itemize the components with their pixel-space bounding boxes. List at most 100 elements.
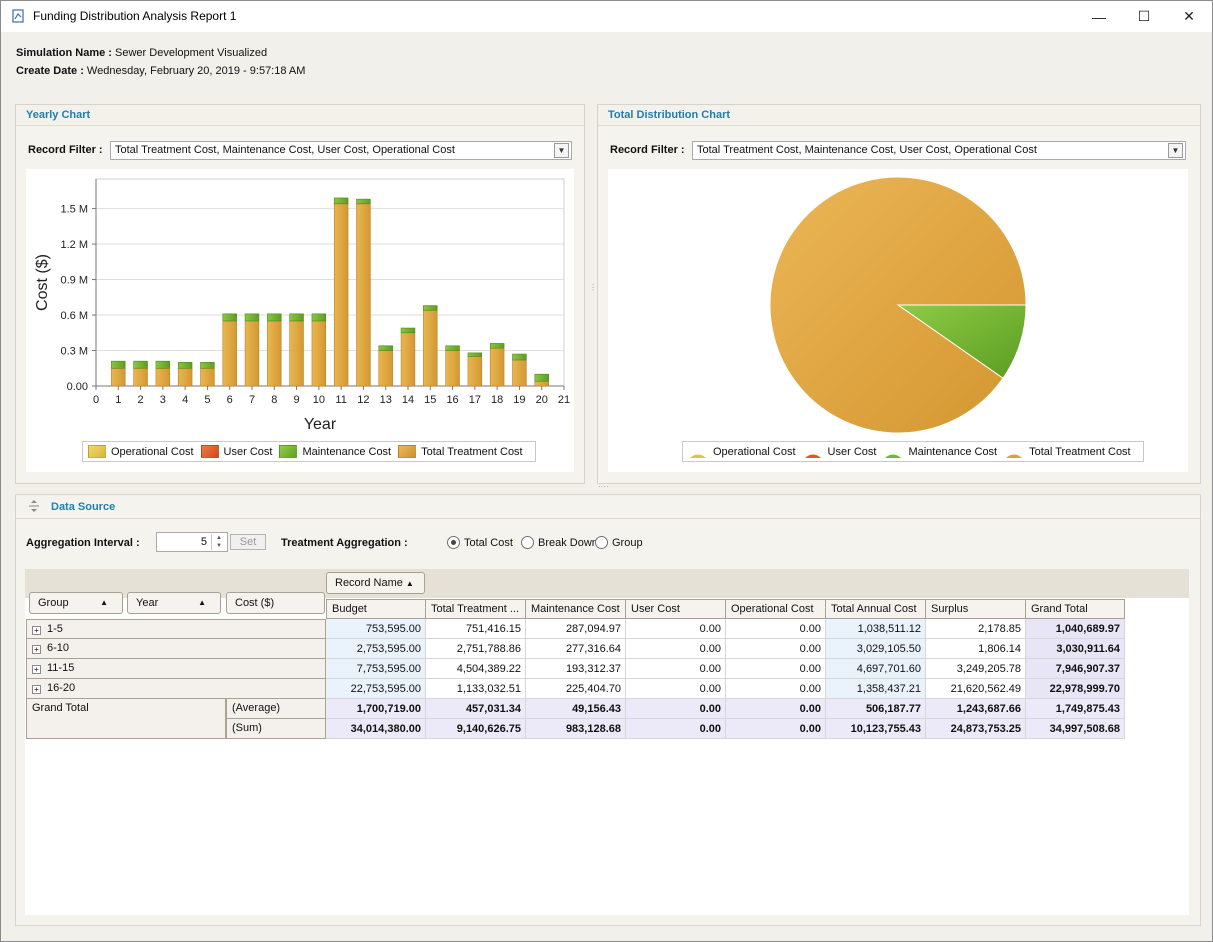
bar-treatment-cost[interactable] <box>333 203 349 387</box>
expand-icon[interactable]: + <box>32 645 41 654</box>
maximize-button[interactable]: ☐ <box>1121 1 1167 32</box>
collapse-icon[interactable] <box>28 499 40 513</box>
bar-treatment-cost[interactable] <box>423 309 438 387</box>
expand-icon[interactable]: + <box>32 685 41 694</box>
bar-treatment-cost[interactable] <box>200 367 215 387</box>
total-cell[interactable]: 1,749,875.43 <box>1026 699 1125 719</box>
bar-treatment-cost[interactable] <box>222 320 237 387</box>
radio-total-cost[interactable]: Total Cost <box>447 536 513 549</box>
table-cell[interactable]: 1,040,689.97 <box>1026 619 1125 639</box>
table-cell[interactable]: 3,249,205.78 <box>926 659 1026 679</box>
total-cell[interactable]: 34,997,508.68 <box>1026 719 1125 739</box>
bar-maintenance-cost[interactable] <box>289 313 304 322</box>
bar-treatment-cost[interactable] <box>177 367 193 387</box>
bar-treatment-cost[interactable] <box>111 367 126 387</box>
bar-maintenance-cost[interactable] <box>534 373 549 382</box>
table-cell[interactable]: 7,946,907.37 <box>1026 659 1125 679</box>
bar-treatment-cost[interactable] <box>155 367 171 387</box>
total-cell[interactable]: 49,156.43 <box>526 699 626 719</box>
chevron-down-icon[interactable]: ▼ <box>1168 143 1183 158</box>
table-cell[interactable]: 3,029,105.50 <box>826 639 926 659</box>
bar-maintenance-cost[interactable] <box>423 305 438 311</box>
bar-treatment-cost[interactable] <box>489 347 505 387</box>
table-cell[interactable]: 0.00 <box>726 639 826 659</box>
bar-maintenance-cost[interactable] <box>378 345 393 351</box>
bar-treatment-cost[interactable] <box>378 350 393 387</box>
total-cell[interactable]: 0.00 <box>626 719 726 739</box>
table-cell[interactable]: 1,133,032.51 <box>426 679 526 699</box>
row-header-group[interactable]: +11-15 <box>26 659 326 679</box>
radio-break-down[interactable]: Break Down <box>521 536 598 549</box>
total-cell[interactable]: 1,700,719.00 <box>326 699 426 719</box>
set-button[interactable]: Set <box>230 534 266 550</box>
table-cell[interactable]: 22,978,999.70 <box>1026 679 1125 699</box>
bar-treatment-cost[interactable] <box>534 380 549 387</box>
minimize-button[interactable]: — <box>1076 1 1122 32</box>
bar-maintenance-cost[interactable] <box>200 362 215 369</box>
radio-icon[interactable] <box>521 536 534 549</box>
total-cell[interactable]: 34,014,380.00 <box>326 719 426 739</box>
bar-maintenance-cost[interactable] <box>111 360 126 369</box>
table-cell[interactable]: 0.00 <box>726 679 826 699</box>
bar-treatment-cost[interactable] <box>445 350 460 387</box>
total-cell[interactable]: 1,243,687.66 <box>926 699 1026 719</box>
table-cell[interactable]: 1,806.14 <box>926 639 1026 659</box>
column-header-budget[interactable]: Budget <box>326 599 426 619</box>
bar-maintenance-cost[interactable] <box>400 327 416 334</box>
close-button[interactable]: ✕ <box>1166 1 1212 32</box>
table-cell[interactable]: 287,094.97 <box>526 619 626 639</box>
total-cell[interactable]: 0.00 <box>626 699 726 719</box>
expand-icon[interactable]: + <box>32 665 41 674</box>
bar-maintenance-cost[interactable] <box>356 198 371 205</box>
aggregation-interval-input[interactable]: 5 ▲ ▼ <box>156 532 228 552</box>
column-header-maintenance[interactable]: Maintenance Cost <box>526 599 626 619</box>
horizontal-splitter-grip[interactable]: ···· <box>598 483 614 491</box>
column-header-total-annual[interactable]: Total Annual Cost <box>826 599 926 619</box>
record-name-field-button[interactable]: Record Name ▲ <box>326 572 425 594</box>
cost-field-button[interactable]: Cost ($) <box>226 592 325 614</box>
table-cell[interactable]: 4,697,701.60 <box>826 659 926 679</box>
bar-treatment-cost[interactable] <box>356 203 371 387</box>
bar-treatment-cost[interactable] <box>289 320 304 387</box>
table-cell[interactable]: 0.00 <box>726 619 826 639</box>
bar-treatment-cost[interactable] <box>512 359 527 387</box>
table-cell[interactable]: 0.00 <box>726 659 826 679</box>
bar-maintenance-cost[interactable] <box>222 313 237 322</box>
row-header-group[interactable]: +6-10 <box>26 639 326 659</box>
column-header-surplus[interactable]: Surplus <box>926 599 1026 619</box>
table-cell[interactable]: 753,595.00 <box>326 619 426 639</box>
table-cell[interactable]: 2,753,595.00 <box>326 639 426 659</box>
row-header-group[interactable]: +1-5 <box>26 619 326 639</box>
bar-maintenance-cost[interactable] <box>267 313 282 322</box>
radio-group[interactable]: Group <box>595 536 643 549</box>
bar-maintenance-cost[interactable] <box>445 345 460 351</box>
total-cell[interactable]: 983,128.68 <box>526 719 626 739</box>
vertical-splitter-grip[interactable]: ⋮ <box>589 284 597 300</box>
table-cell[interactable]: 21,620,562.49 <box>926 679 1026 699</box>
total-record-filter[interactable]: Total Treatment Cost, Maintenance Cost, … <box>692 141 1186 160</box>
table-cell[interactable]: 193,312.37 <box>526 659 626 679</box>
bar-maintenance-cost[interactable] <box>512 353 527 361</box>
table-cell[interactable]: 751,416.15 <box>426 619 526 639</box>
expand-icon[interactable]: + <box>32 626 41 635</box>
row-header-group[interactable]: +16-20 <box>26 679 326 699</box>
radio-selected-icon[interactable] <box>447 536 460 549</box>
bar-treatment-cost[interactable] <box>267 320 282 387</box>
column-header-operational[interactable]: Operational Cost <box>726 599 826 619</box>
chevron-down-icon[interactable]: ▼ <box>554 143 569 158</box>
radio-icon[interactable] <box>595 536 608 549</box>
table-cell[interactable]: 22,753,595.00 <box>326 679 426 699</box>
bar-maintenance-cost[interactable] <box>467 352 483 357</box>
bar-treatment-cost[interactable] <box>244 320 260 387</box>
bar-treatment-cost[interactable] <box>133 367 148 387</box>
bar-maintenance-cost[interactable] <box>311 313 327 322</box>
table-cell[interactable]: 0.00 <box>626 639 726 659</box>
table-cell[interactable]: 4,504,389.22 <box>426 659 526 679</box>
bar-maintenance-cost[interactable] <box>133 360 148 369</box>
total-cell[interactable]: 10,123,755.43 <box>826 719 926 739</box>
bar-maintenance-cost[interactable] <box>177 362 193 369</box>
table-cell[interactable]: 0.00 <box>626 659 726 679</box>
column-header-total-treatment[interactable]: Total Treatment ... <box>426 599 526 619</box>
table-cell[interactable]: 2,751,788.86 <box>426 639 526 659</box>
table-cell[interactable]: 2,178.85 <box>926 619 1026 639</box>
